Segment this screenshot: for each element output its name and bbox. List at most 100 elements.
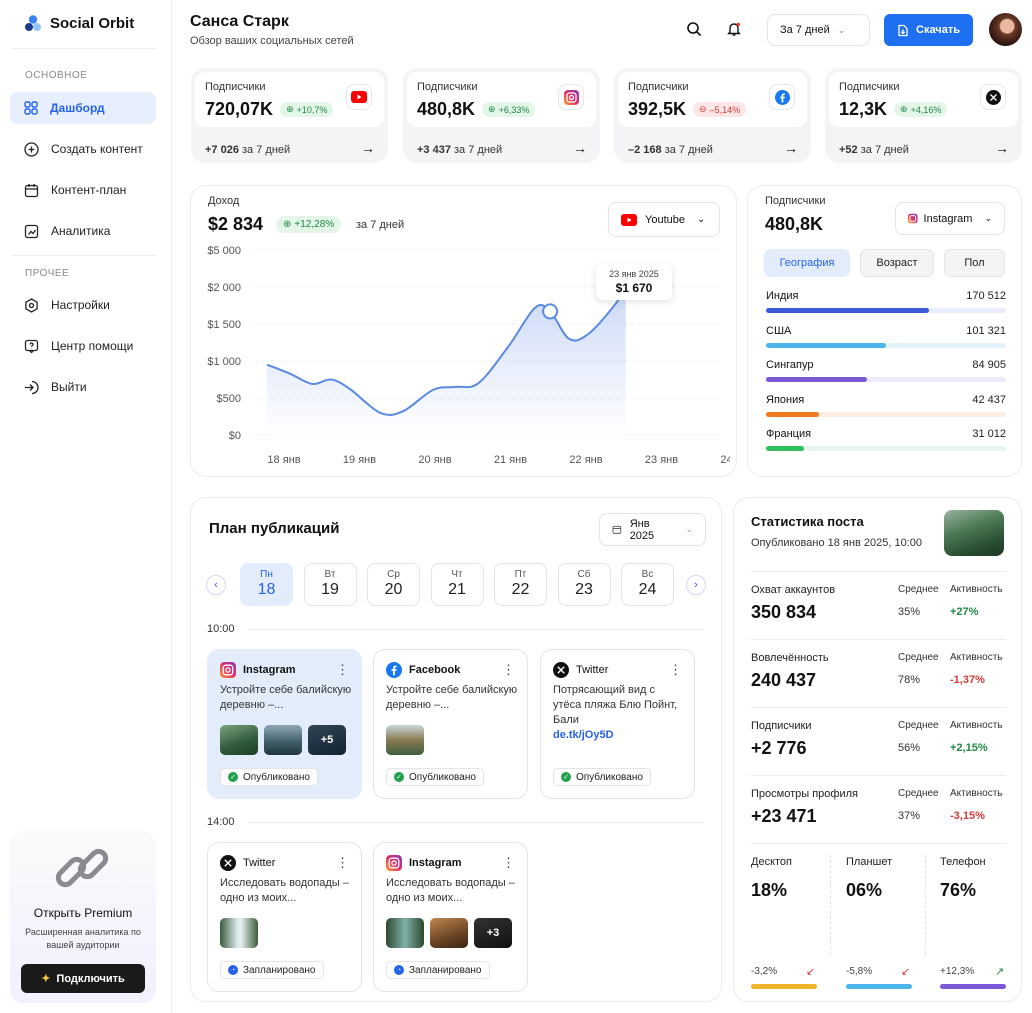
day-tab-4[interactable]: Пт 22 xyxy=(494,563,547,606)
schedule-title: План публикаций xyxy=(209,520,340,537)
tab-age[interactable]: Возраст xyxy=(860,249,934,277)
plus-circle-icon xyxy=(24,141,39,157)
arrow-right-icon[interactable]: → xyxy=(784,140,798,156)
post-thumbnail[interactable] xyxy=(944,510,1004,556)
sidebar-item-analytics[interactable]: Аналитика xyxy=(10,215,156,247)
followers-label: Подписчики xyxy=(765,195,826,207)
next-week-button[interactable]: › xyxy=(686,575,706,595)
search-icon[interactable] xyxy=(686,21,702,37)
stat-card-facebook[interactable]: Подписчики 392,5K ⊖ –5,14% –2 168 за 7 дн… xyxy=(614,68,811,163)
more-vertical-icon[interactable]: ⋮ xyxy=(669,662,682,678)
day-number: 19 xyxy=(321,581,339,598)
y-tick-label: $500 xyxy=(217,393,241,405)
post-card[interactable]: Instagram ⋮ Устройте себе балийскую дере… xyxy=(207,649,362,799)
more-vertical-icon[interactable]: ⋮ xyxy=(336,855,349,871)
divider xyxy=(12,255,156,256)
post-image[interactable] xyxy=(386,918,424,948)
day-tab-6[interactable]: Вс 24 xyxy=(621,563,674,606)
time-label: 14:00 xyxy=(207,816,235,828)
stat-value-row: 392,5K ⊖ –5,14% xyxy=(628,99,747,120)
period-label: За 7 дней xyxy=(780,24,830,36)
post-link[interactable]: de.tk/jOy5D xyxy=(553,729,614,741)
instagram-icon xyxy=(220,662,236,678)
post-card[interactable]: Facebook ⋮ Устройте себе балийскую дерев… xyxy=(373,649,528,799)
arrow-right-icon[interactable]: → xyxy=(995,140,1009,156)
sidebar-item-create[interactable]: Создать контент xyxy=(10,133,156,165)
gear-icon xyxy=(25,297,38,313)
followers-network-select[interactable]: Instagram ⌄ xyxy=(895,202,1005,235)
post-stat-row: Подписчики +2 776 Среднее Активность 56% +2,1… xyxy=(751,720,1007,759)
day-tab-3[interactable]: Чт 21 xyxy=(430,563,484,606)
day-tab-0[interactable]: Пн 18 xyxy=(240,563,293,606)
post-card[interactable]: Twitter ⋮ Исследовать водопады – одно из… xyxy=(207,842,362,992)
stat-label: Подписчики xyxy=(417,81,478,93)
premium-button[interactable]: ✦ Подключить xyxy=(21,964,145,993)
day-tab-1[interactable]: Вт 19 xyxy=(303,563,357,606)
x-tick-label: 18 янв xyxy=(267,454,300,466)
post-image[interactable] xyxy=(264,725,302,755)
bell-icon[interactable] xyxy=(726,21,742,37)
download-button[interactable]: Скачать xyxy=(884,14,973,46)
day-number: 24 xyxy=(638,581,657,598)
day-tab-5[interactable]: Сб 23 xyxy=(557,563,611,606)
followers-value: 480,8K xyxy=(765,214,824,234)
stat-inner: Подписчики 12,3K ⊕ +4,16% xyxy=(829,72,1018,127)
stat-card-instagram[interactable]: Подписчики 480,8K ⊕ +6,33% +3 437 за 7 дн… xyxy=(403,68,600,163)
stat-card-x[interactable]: Подписчики 12,3K ⊕ +4,16% +52 за 7 дней → xyxy=(825,68,1022,163)
period-select[interactable]: За 7 дней ⌄ xyxy=(767,14,870,46)
stat-change: +6,33% xyxy=(498,104,530,115)
post-image-more[interactable]: +3 xyxy=(474,918,512,948)
stat-change-badge: ⊕ +4,16% xyxy=(894,102,948,117)
network-select[interactable]: Youtube ⌄ xyxy=(608,202,720,237)
tab-geography[interactable]: География xyxy=(764,249,850,277)
logo[interactable]: Social Orbit xyxy=(24,14,134,32)
more-vertical-icon[interactable]: ⋮ xyxy=(336,662,349,678)
month-select[interactable]: Янв 2025 ⌄ xyxy=(599,513,706,546)
sidebar-item-settings[interactable]: Настройки xyxy=(10,289,156,321)
post-image[interactable] xyxy=(220,725,258,755)
chart-highlight-point[interactable] xyxy=(542,303,559,320)
stat-weekly-value: +52 xyxy=(839,144,858,156)
status-label: Опубликовано xyxy=(243,771,310,783)
more-vertical-icon[interactable]: ⋮ xyxy=(502,662,515,678)
post-header: Twitter xyxy=(553,662,608,678)
more-vertical-icon[interactable]: ⋮ xyxy=(502,855,515,871)
calendar-icon xyxy=(612,525,622,534)
download-label: Скачать xyxy=(916,24,960,36)
arrow-right-icon[interactable]: → xyxy=(573,140,587,156)
post-image-more[interactable]: +5 xyxy=(308,725,346,755)
post-image[interactable] xyxy=(430,918,468,948)
row-divider xyxy=(751,843,1006,844)
arrow-right-icon[interactable]: → xyxy=(361,140,375,156)
day-name: Пт xyxy=(514,569,527,580)
sidebar-item-content-plan[interactable]: Контент-план xyxy=(10,174,156,206)
day-name: Пн xyxy=(260,569,273,580)
sidebar-item-help[interactable]: Центр помощи xyxy=(10,330,156,362)
stat-inner: Подписчики 392,5K ⊖ –5,14% xyxy=(618,72,807,127)
day-tab-2[interactable]: Ср 20 xyxy=(367,563,420,606)
tab-gender[interactable]: Пол xyxy=(944,249,1005,277)
post-network: Instagram xyxy=(409,857,462,869)
post-card[interactable]: Instagram ⋮ Исследовать водопады – одно … xyxy=(373,842,528,992)
sidebar-item-dashboard[interactable]: Дашборд xyxy=(10,92,156,124)
col-activity-label: Активность xyxy=(950,720,1003,731)
post-card[interactable]: Twitter ⋮ Потрясающий вид с утёса пляжа … xyxy=(540,649,695,799)
avatar[interactable] xyxy=(989,13,1022,46)
country-bar-track xyxy=(766,446,1006,451)
income-period: за 7 дней xyxy=(356,219,405,231)
stat-weekly-value: +7 026 xyxy=(205,144,239,156)
status-badge: ✓ Опубликовано xyxy=(553,768,651,786)
post-text: Исследовать водопады – одно из моих... xyxy=(386,877,515,904)
post-image[interactable] xyxy=(220,918,258,948)
sidebar-item-label: Создать контент xyxy=(51,142,143,156)
sidebar-item-logout[interactable]: Выйти xyxy=(10,371,156,403)
stat-card-youtube[interactable]: Подписчики 720,07K ⊕ +10,7% +7 026 за 7 д… xyxy=(191,68,388,163)
prev-week-button[interactable]: ‹ xyxy=(206,575,226,595)
day-number: 18 xyxy=(257,581,276,598)
stat-inner: Подписчики 720,07K ⊕ +10,7% xyxy=(195,72,384,127)
country-row: США 101 321 xyxy=(766,325,1006,348)
income-value: $2 834 xyxy=(208,214,264,234)
chevron-down-icon: ⌄ xyxy=(984,213,992,223)
facebook-icon xyxy=(386,662,402,678)
post-image[interactable] xyxy=(386,725,424,755)
